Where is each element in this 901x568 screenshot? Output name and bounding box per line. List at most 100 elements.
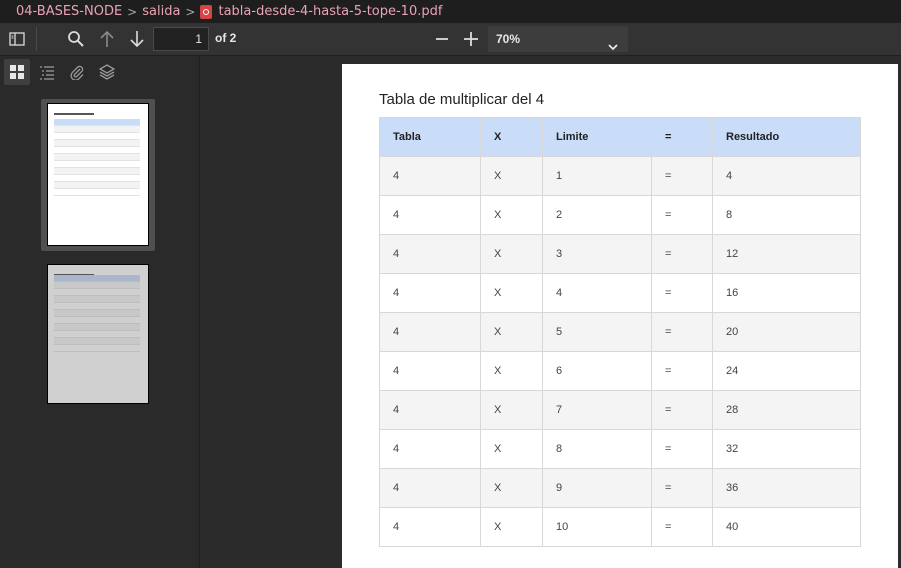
breadcrumb-item-folder[interactable]: 04-BASES-NODE <box>16 4 122 19</box>
breadcrumb: 04-BASES-NODE > salida > tabla-desde-4-h… <box>0 0 901 23</box>
layers-icon[interactable] <box>94 59 120 85</box>
table-cell: X <box>480 351 543 391</box>
table-row: 4 X 6 = 24 <box>379 351 861 391</box>
table-cell: 28 <box>712 390 861 430</box>
breadcrumb-separator-icon: > <box>185 4 196 19</box>
pdf-toolbar: 1 of 2 70% <box>0 23 901 56</box>
table-cell: X <box>480 312 543 352</box>
table-header-row: Tabla X Limite = Resultado <box>379 117 861 157</box>
column-header: Limite <box>542 117 652 157</box>
arrow-down-icon[interactable] <box>124 27 150 51</box>
table-cell: 4 <box>379 351 481 391</box>
search-icon[interactable] <box>63 27 89 51</box>
table-cell: 2 <box>542 195 652 235</box>
table-cell: 36 <box>712 468 861 508</box>
page-number-input[interactable]: 1 <box>153 27 209 51</box>
thumbnail-row <box>54 161 140 168</box>
table-cell: X <box>480 195 543 235</box>
table-cell: = <box>651 195 713 235</box>
table-cell: X <box>480 468 543 508</box>
page-count-label: of 2 <box>215 31 237 45</box>
table-cell: 4 <box>379 390 481 430</box>
table-row: 4 X 4 = 16 <box>379 273 861 313</box>
breadcrumb-item-subfolder[interactable]: salida <box>142 4 180 19</box>
table-cell: 8 <box>542 429 652 469</box>
arrow-up-icon[interactable] <box>94 27 120 51</box>
table-cell: = <box>651 390 713 430</box>
thumbnail-row <box>54 147 140 154</box>
outline-icon[interactable] <box>34 59 60 85</box>
page-thumbnail-2[interactable] <box>47 264 149 404</box>
thumbnail-row <box>54 338 140 345</box>
thumbnail-row <box>54 154 140 161</box>
table-cell: = <box>651 507 713 547</box>
column-header: Tabla <box>379 117 481 157</box>
table-cell: X <box>480 273 543 313</box>
thumbnail-row <box>54 303 140 310</box>
thumbnail-row <box>54 275 140 282</box>
pdf-file-icon <box>200 4 213 19</box>
breadcrumb-item-file[interactable]: tabla-desde-4-hasta-5-tope-10.pdf <box>218 4 442 19</box>
table-cell: 4 <box>379 156 481 196</box>
table-cell: = <box>651 273 713 313</box>
table-row: 4 X 8 = 32 <box>379 429 861 469</box>
page-thumbnail-1[interactable] <box>47 103 149 246</box>
column-header: = <box>651 117 713 157</box>
table-cell: 4 <box>379 507 481 547</box>
thumbnail-row <box>54 175 140 182</box>
thumbnail-title-line <box>54 113 94 115</box>
table-cell: X <box>480 429 543 469</box>
table-cell: 40 <box>712 507 861 547</box>
table-cell: 5 <box>542 312 652 352</box>
table-cell: = <box>651 351 713 391</box>
table-cell: 7 <box>542 390 652 430</box>
zoom-select[interactable]: 70% <box>488 26 628 52</box>
table-cell: = <box>651 468 713 508</box>
multiplication-table: Tabla X Limite = Resultado 4 X 1 = 4 4 X 2 = 8 4 X 3… <box>379 117 861 547</box>
table-row: 4 X 2 = 8 <box>379 195 861 235</box>
thumbnail-row <box>54 345 140 352</box>
table-row: 4 X 10 = 40 <box>379 507 861 547</box>
thumbnail-row <box>54 168 140 175</box>
table-cell: X <box>480 390 543 430</box>
document-viewer[interactable]: Tabla de multiplicar del 4 Tabla X Limit… <box>201 56 901 568</box>
table-cell: 4 <box>542 273 652 313</box>
column-header: X <box>480 117 543 157</box>
table-cell: 24 <box>712 351 861 391</box>
table-cell: 10 <box>542 507 652 547</box>
thumbnail-row <box>54 126 140 133</box>
table-cell: = <box>651 429 713 469</box>
table-cell: 9 <box>542 468 652 508</box>
thumbnails-icon[interactable] <box>4 59 30 85</box>
thumbnail-row <box>54 119 140 126</box>
thumbnail-row <box>54 282 140 289</box>
table-cell: 8 <box>712 195 861 235</box>
sidebar-toggle-icon[interactable] <box>4 27 30 51</box>
thumbnail-row <box>54 324 140 331</box>
zoom-value: 70% <box>496 32 521 46</box>
table-row: 4 X 5 = 20 <box>379 312 861 352</box>
table-cell: 12 <box>712 234 861 274</box>
thumbnail-row <box>54 182 140 189</box>
table-body: 4 X 1 = 4 4 X 2 = 8 4 X 3 = 12 4 X 4 = 16 4 X 5 = 20 4 X 6 = 24 4 X 7 = 28… <box>379 156 861 547</box>
thumbnail-row <box>54 133 140 140</box>
zoom-in-icon[interactable] <box>458 27 484 51</box>
table-cell: 4 <box>379 234 481 274</box>
table-cell: = <box>651 156 713 196</box>
thumbnail-row <box>54 289 140 296</box>
thumbnail-sidebar <box>0 56 200 568</box>
breadcrumb-separator-icon: > <box>127 4 138 19</box>
table-row: 4 X 7 = 28 <box>379 390 861 430</box>
table-cell: 32 <box>712 429 861 469</box>
thumbnail-row <box>54 140 140 147</box>
table-row: 4 X 3 = 12 <box>379 234 861 274</box>
attachment-icon[interactable] <box>64 59 90 85</box>
document-title: Tabla de multiplicar del 4 <box>379 91 545 108</box>
thumbnail-row <box>54 296 140 303</box>
table-cell: 16 <box>712 273 861 313</box>
thumbnail-row <box>54 331 140 338</box>
table-cell: 4 <box>379 273 481 313</box>
table-row: 4 X 9 = 36 <box>379 468 861 508</box>
zoom-out-icon[interactable] <box>429 27 455 51</box>
toolbar-divider <box>36 27 37 51</box>
